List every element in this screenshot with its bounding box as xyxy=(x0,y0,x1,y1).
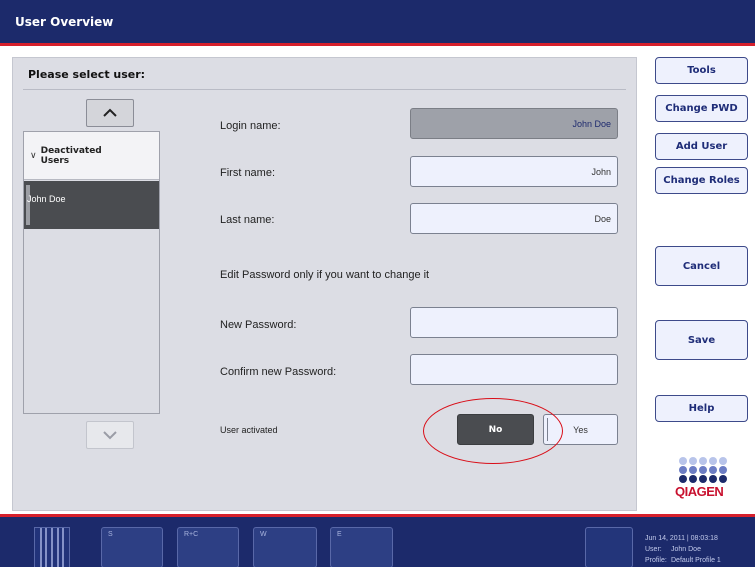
profile-label: Profile: xyxy=(645,557,667,564)
rack-icon xyxy=(34,527,70,567)
drawer-rc-button[interactable]: R+C xyxy=(177,527,239,567)
session-info: Jun 14, 2011 | 08:03:18 User: John Doe Pr… xyxy=(645,533,721,566)
last-name-field[interactable]: Doe xyxy=(410,203,618,234)
logo-text: QIAGEN xyxy=(675,484,724,499)
group-deactivated-users[interactable]: ∨ Deactivated Users xyxy=(24,132,159,180)
group-label: Deactivated Users xyxy=(40,145,102,166)
login-name-label: Login name: xyxy=(220,120,281,132)
profile-value: Default Profile 1 xyxy=(671,557,721,564)
user-value: John Doe xyxy=(671,546,701,553)
window-title: User Overview xyxy=(15,15,114,29)
confirm-password-label: Confirm new Password: xyxy=(220,366,337,378)
change-roles-button[interactable]: Change Roles xyxy=(655,167,748,194)
status-bar: S R+C W E Jun 14, 2011 | 08:03:18 User: J… xyxy=(0,514,755,567)
change-pwd-button[interactable]: Change PWD xyxy=(655,95,748,122)
help-button[interactable]: Help xyxy=(655,395,748,422)
list-item-user[interactable]: John Doe xyxy=(24,181,159,229)
chevron-up-icon xyxy=(103,108,117,117)
user-activated-label: User activated xyxy=(220,425,278,435)
confirm-password-field[interactable] xyxy=(410,354,618,385)
qiagen-logo: QIAGEN xyxy=(675,457,745,499)
user-label: User: xyxy=(645,546,662,553)
annotation-ellipse xyxy=(423,398,563,464)
add-user-button[interactable]: Add User xyxy=(655,133,748,160)
activated-yes-label: Yes xyxy=(573,424,588,435)
title-bar: User Overview xyxy=(0,0,755,46)
drawer-w-button[interactable]: W xyxy=(253,527,317,567)
user-list: ∨ Deactivated Users John Doe xyxy=(23,131,160,414)
drawer-e-button[interactable]: E xyxy=(330,527,393,567)
chevron-down-icon: ∨ xyxy=(30,150,37,160)
cancel-button[interactable]: Cancel xyxy=(655,246,748,286)
scroll-down-button[interactable] xyxy=(86,421,134,449)
page-heading: Please select user: xyxy=(28,68,146,81)
drawer-s-button[interactable]: S xyxy=(101,527,163,567)
heading-divider xyxy=(23,89,626,90)
selection-handle xyxy=(26,185,30,225)
chevron-down-icon xyxy=(103,431,117,440)
scroll-up-button[interactable] xyxy=(86,99,134,127)
new-password-label: New Password: xyxy=(220,319,297,331)
tools-button[interactable]: Tools xyxy=(655,57,748,84)
login-name-field: John Doe xyxy=(410,108,618,139)
first-name-label: First name: xyxy=(220,167,276,179)
last-name-label: Last name: xyxy=(220,214,275,226)
datetime: Jun 14, 2011 | 08:03:18 xyxy=(645,535,718,542)
new-password-field[interactable] xyxy=(410,307,618,338)
password-note: Edit Password only if you want to change… xyxy=(220,269,430,281)
first-name-field[interactable]: John xyxy=(410,156,618,187)
list-item-label: John Doe xyxy=(27,194,66,204)
save-button[interactable]: Save xyxy=(655,320,748,360)
instrument-status-button[interactable] xyxy=(585,527,633,567)
